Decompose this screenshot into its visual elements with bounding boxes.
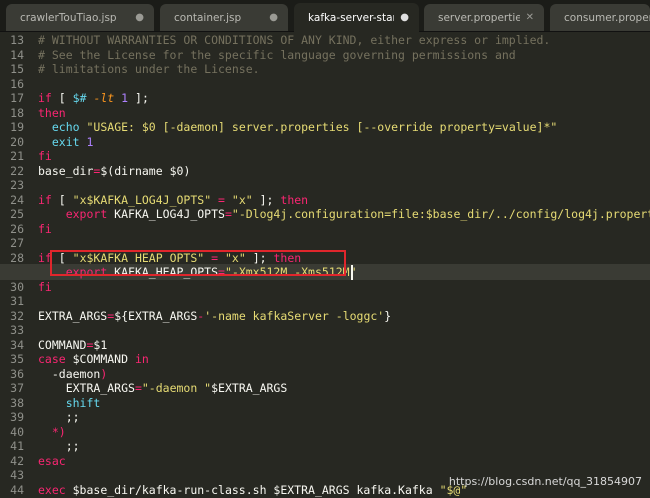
operator: -lt — [93, 91, 115, 105]
code-text: ;; — [38, 439, 80, 453]
comment: # See the License for the specific langu… — [38, 47, 516, 62]
operator: ) — [100, 366, 108, 381]
keyword: then — [280, 192, 309, 207]
keyword: exec — [38, 482, 66, 497]
tab-bar: crawlerTouTiao.jsp ● container.jsp ● kaf… — [0, 0, 650, 32]
code-text: [ — [51, 91, 73, 105]
operator: = — [224, 207, 232, 221]
string: '-name kafkaServer -loggc' — [204, 308, 385, 323]
operator: = — [211, 192, 232, 207]
annotation-highlight-box — [50, 250, 346, 276]
string: "x$KAFKA_LOG4J_OPTS" — [72, 192, 212, 207]
code-text: ]; — [128, 91, 149, 105]
tab-label: consumer.properties — [564, 11, 650, 24]
line-number: 44 — [10, 482, 24, 497]
keyword: fi — [38, 221, 52, 236]
operator: * — [38, 424, 59, 439]
code-text: ;; — [38, 410, 80, 424]
keyword: if — [38, 91, 52, 105]
operator: = — [134, 381, 142, 395]
close-icon[interactable]: ✕ — [526, 12, 534, 23]
code-text: EXTRA_ARGS — [38, 308, 108, 323]
builtin: exit — [51, 134, 80, 149]
code-text: } — [384, 308, 392, 323]
tab-kafka-server-start-sh[interactable]: kafka-server-start.sh ● — [294, 3, 419, 32]
code-text: -daemon — [38, 366, 101, 381]
code-text: ]; — [252, 192, 281, 207]
string: "USAGE: $0 [-daemon] server.properties [… — [86, 120, 558, 134]
keyword: fi — [38, 149, 52, 163]
keyword: in — [134, 352, 149, 366]
tab-label: container.jsp — [174, 11, 242, 24]
keyword: if — [38, 192, 52, 207]
code-text: $1 — [93, 337, 108, 352]
comment: # WITHOUT WARRANTIES OR CONDITIONS OF AN… — [38, 33, 551, 47]
tab-consumer-properties[interactable]: consumer.properties — [550, 4, 650, 31]
code-text: ${EXTRA_ARGS — [114, 308, 198, 323]
unsaved-dot-icon[interactable]: ● — [400, 12, 409, 23]
string: "-Dlog4j.configuration=file:$base_dir/..… — [231, 207, 650, 221]
builtin: echo — [51, 120, 80, 134]
string: "x" — [231, 192, 253, 207]
code-text: dirname $0 — [114, 163, 184, 178]
tab-label: server.properties — [438, 11, 520, 24]
keyword: fi — [38, 279, 52, 294]
tab-label: crawlerTouTiao.jsp — [20, 11, 117, 24]
keyword: case — [38, 352, 66, 366]
tab-crawlertoutiao-jsp[interactable]: crawlerTouTiao.jsp ● — [6, 4, 154, 31]
code-text: $( — [100, 163, 115, 178]
unsaved-dot-icon[interactable]: ● — [269, 12, 278, 23]
watermark: https://blog.csdn.net/qq_31854907 — [448, 475, 642, 488]
tab-container-jsp[interactable]: container.jsp ● — [160, 4, 288, 31]
code-text: base_dir — [38, 163, 94, 178]
comment: # limitations under the License. — [38, 62, 260, 76]
unsaved-dot-icon[interactable]: ● — [135, 12, 144, 23]
tab-label: kafka-server-start.sh — [308, 11, 394, 24]
code-text: EXTRA_ARGS — [38, 381, 135, 395]
tab-server-properties[interactable]: server.properties ✕ — [424, 4, 544, 31]
text-cursor — [350, 265, 353, 280]
keyword: esac — [38, 453, 66, 468]
keyword: export — [65, 207, 108, 221]
variable: $# — [72, 91, 87, 105]
code-text: COMMAND — [38, 337, 87, 352]
code-text: $EXTRA_ARGS — [211, 381, 288, 395]
code-text: ) — [183, 163, 191, 178]
string: "-daemon " — [141, 381, 212, 395]
code-text: $base_dir/kafka-run-class.sh $EXTRA_ARGS… — [65, 482, 440, 497]
builtin: shift — [38, 395, 101, 410]
code-editor[interactable]: 13 14 15 16 17 18 19 20 21 22 23 24 25 2… — [0, 32, 650, 497]
code-text: [ — [51, 192, 73, 207]
code-text: KAFKA_LOG4J_OPTS — [107, 207, 225, 221]
code-text: $COMMAND — [65, 352, 135, 366]
number: 1 — [86, 134, 94, 149]
operator: ) — [58, 424, 66, 439]
keyword: then — [38, 105, 66, 120]
